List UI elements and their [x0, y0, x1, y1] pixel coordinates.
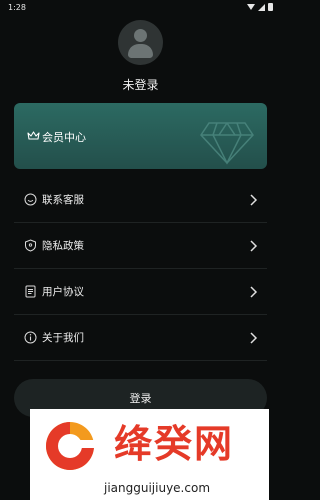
watermark-title: 绛癸网	[114, 422, 235, 466]
menu-item-label: 用户协议	[42, 286, 84, 298]
crown-icon	[27, 131, 40, 140]
shield-icon	[25, 239, 36, 252]
watermark-url: jiangguijiuye.com	[104, 481, 211, 495]
signal-icon	[258, 3, 265, 11]
settings-menu: 联系客服 隐私政策 用户协议 关于我们	[14, 177, 267, 361]
document-icon	[25, 285, 36, 298]
smile-icon	[24, 193, 37, 206]
avatar-body-icon	[128, 44, 153, 58]
diamond-icon	[200, 122, 254, 165]
battery-icon	[268, 3, 273, 11]
chevron-right-icon	[250, 332, 258, 344]
status-time: 1:28	[8, 2, 26, 12]
menu-item-user-agreement[interactable]: 用户协议	[14, 269, 267, 315]
menu-item-label: 联系客服	[42, 194, 84, 206]
status-icons	[247, 3, 273, 11]
menu-item-privacy-policy[interactable]: 隐私政策	[14, 223, 267, 269]
avatar-head-icon	[134, 29, 147, 42]
chevron-right-icon	[250, 286, 258, 298]
info-icon	[24, 331, 37, 344]
chevron-right-icon	[250, 194, 258, 206]
avatar[interactable]	[118, 20, 163, 65]
menu-item-about-us[interactable]: 关于我们	[14, 315, 267, 361]
menu-item-label: 关于我们	[42, 332, 84, 344]
watermark-logo-icon	[46, 422, 94, 470]
menu-item-label: 隐私政策	[42, 240, 84, 252]
menu-item-customer-service[interactable]: 联系客服	[14, 177, 267, 223]
chevron-right-icon	[250, 240, 258, 252]
wifi-icon	[247, 4, 255, 10]
site-watermark: 绛癸网 jiangguijiuye.com	[30, 409, 269, 500]
status-bar: 1:28	[0, 0, 281, 14]
vip-center-label: 会员中心	[42, 131, 86, 144]
login-status-text[interactable]: 未登录	[0, 76, 281, 93]
vip-center-card[interactable]: 会员中心	[14, 103, 267, 169]
